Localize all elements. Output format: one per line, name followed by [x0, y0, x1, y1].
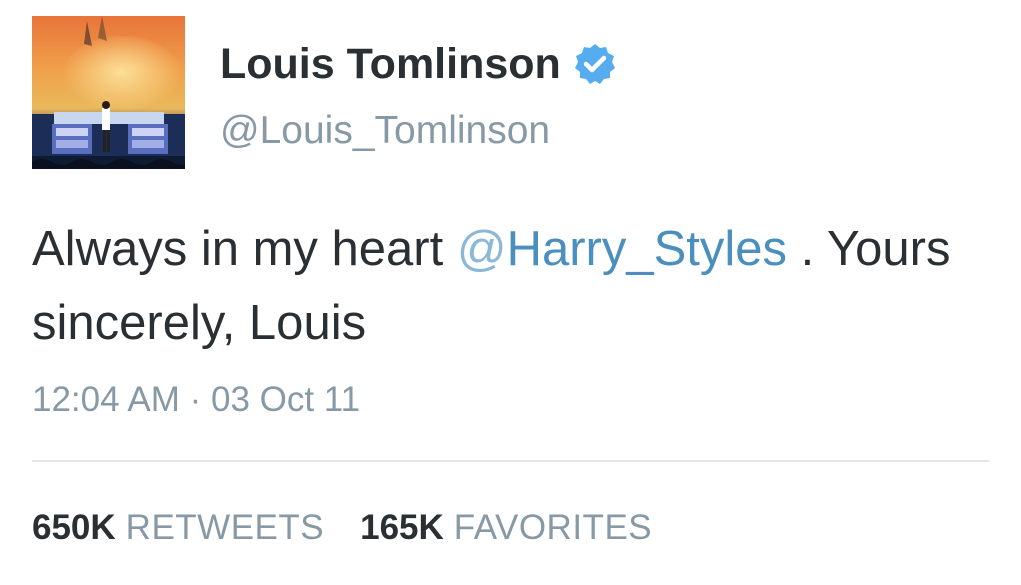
concert-stage-avatar-icon	[32, 16, 185, 169]
tweet-text: Always in my heart @Harry_Styles . Yours…	[32, 212, 992, 360]
mention-at-sign: @	[456, 222, 507, 276]
tweet-text-before: Always in my heart	[32, 222, 457, 276]
display-name[interactable]: Louis Tomlinson	[220, 38, 561, 90]
divider	[32, 460, 989, 462]
retweets-stat[interactable]: 650K RETWEETS	[32, 506, 324, 550]
tweet-timestamp[interactable]: 12:04 AM · 03 Oct 11	[32, 378, 360, 422]
favorites-label: FAVORITES	[453, 508, 653, 547]
favorites-stat[interactable]: 165K FAVORITES	[360, 506, 652, 550]
tweet-stats: 650K RETWEETS 165K FAVORITES	[32, 506, 688, 550]
mention-name: Harry_Styles	[506, 222, 788, 276]
retweets-count: 650K	[32, 508, 116, 547]
avatar[interactable]	[32, 16, 185, 169]
retweets-label: RETWEETS	[125, 508, 325, 547]
favorites-count: 165K	[360, 508, 444, 547]
user-handle[interactable]: @Louis_Tomlinson	[220, 107, 550, 155]
mention-link[interactable]: @Harry_Styles	[457, 222, 787, 276]
user-name-row[interactable]: Louis Tomlinson	[220, 38, 617, 90]
verified-badge-icon	[573, 42, 617, 86]
